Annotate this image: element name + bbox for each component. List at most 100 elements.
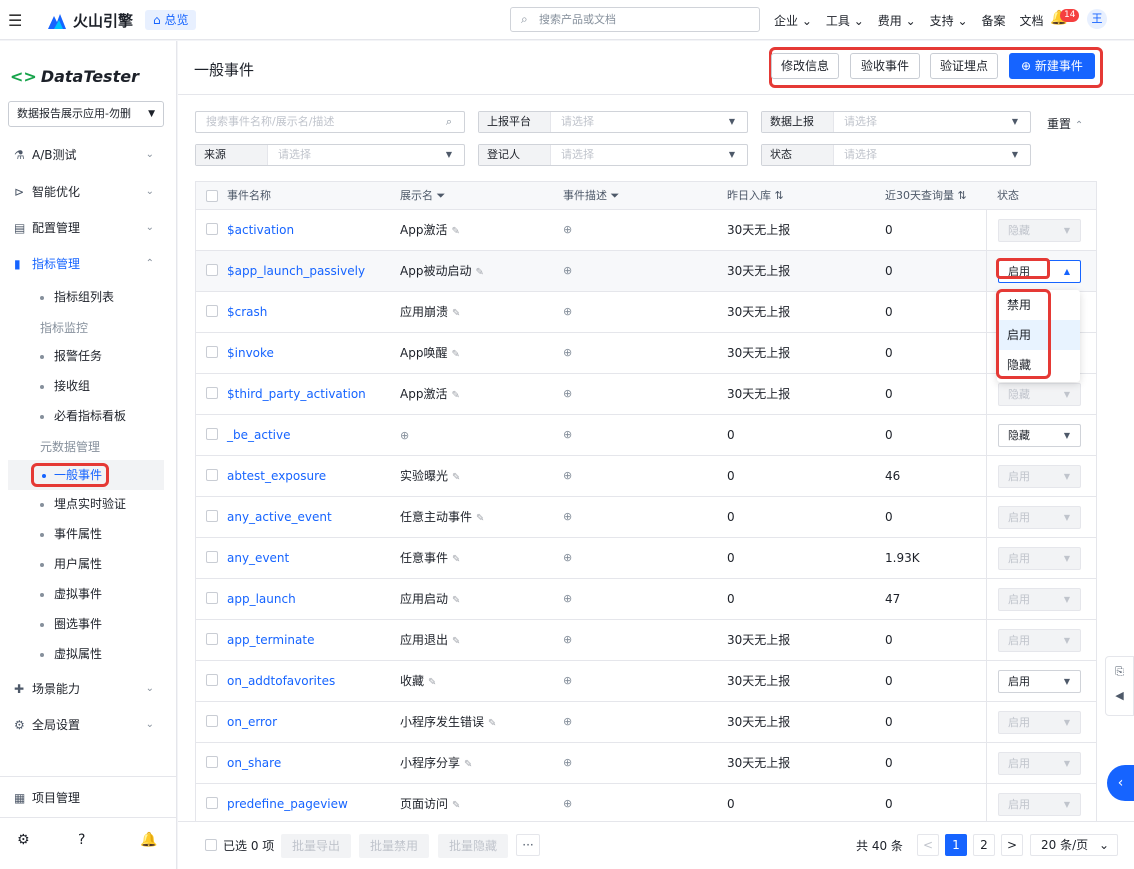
filter-icon[interactable]: ⏷ bbox=[437, 189, 446, 202]
next-page-button[interactable]: > bbox=[1001, 834, 1023, 856]
add-description-icon[interactable]: ⊕ bbox=[563, 538, 572, 578]
add-description-icon[interactable]: ⊕ bbox=[563, 661, 572, 701]
edit-pencil-icon[interactable]: ✎ bbox=[452, 554, 460, 565]
row-checkbox[interactable] bbox=[206, 305, 218, 317]
page-1-button[interactable]: 1 bbox=[945, 834, 967, 856]
edit-pencil-icon[interactable]: ✎ bbox=[452, 595, 460, 606]
filter-icon[interactable]: ⏷ bbox=[611, 189, 620, 202]
collapse-icon[interactable]: ⌃ bbox=[1075, 120, 1083, 131]
add-description-icon[interactable]: ⊕ bbox=[563, 784, 572, 824]
status-select[interactable]: 启用 ▼ bbox=[998, 711, 1081, 734]
add-description-icon[interactable]: ⊕ bbox=[563, 292, 572, 332]
sidebar-sub-dashboard[interactable]: 必看指标看板 bbox=[40, 406, 126, 426]
avatar[interactable]: 王 bbox=[1087, 9, 1107, 29]
side-tool-tab[interactable]: ⎘ ◀ bbox=[1105, 656, 1134, 716]
edit-pencil-icon[interactable]: ✎ bbox=[428, 677, 436, 688]
col-description[interactable]: 事件描述 ⏷ bbox=[563, 182, 619, 210]
edit-pencil-icon[interactable]: ✎ bbox=[452, 636, 460, 647]
add-description-icon[interactable]: ⊕ bbox=[563, 497, 572, 537]
add-description-icon[interactable]: ⊕ bbox=[563, 579, 572, 619]
sidebar-item-config[interactable]: ▤ 配置管理 ⌄ bbox=[14, 217, 162, 239]
settings-icon[interactable]: ⚙ bbox=[17, 832, 30, 848]
edit-pencil-icon[interactable]: ✎ bbox=[451, 349, 459, 360]
global-search-input[interactable]: ⌕ 搜索产品或文档 bbox=[510, 7, 760, 32]
overview-link[interactable]: ⌂ 总览 bbox=[145, 10, 197, 30]
doc-icon[interactable]: ⎘ bbox=[1106, 665, 1133, 679]
sidebar-current-item[interactable]: 一般事件 bbox=[8, 460, 164, 490]
sidebar-item-scenarios[interactable]: ✚ 场景能力 ⌄ bbox=[14, 678, 162, 700]
nav-enterprise[interactable]: 企业 ⌄ bbox=[774, 12, 812, 29]
add-description-icon[interactable]: ⊕ bbox=[563, 251, 572, 291]
add-description-icon[interactable]: ⊕ bbox=[563, 743, 572, 783]
row-checkbox[interactable] bbox=[206, 797, 218, 809]
col-yesterday[interactable]: 昨日入库 ⇅ bbox=[727, 182, 784, 210]
registrar-filter[interactable]: 登记人 请选择 ▼ bbox=[478, 144, 748, 166]
sidebar-sub-circle-events[interactable]: 圈选事件 bbox=[40, 614, 102, 634]
row-checkbox[interactable] bbox=[206, 715, 218, 727]
help-icon[interactable]: ? bbox=[78, 832, 85, 848]
add-description-icon[interactable]: ⊕ bbox=[563, 620, 572, 660]
edit-pencil-icon[interactable]: ✎ bbox=[464, 759, 472, 770]
sidebar-sub-metric-groups[interactable]: 指标组列表 bbox=[40, 287, 114, 307]
batch-hide-button[interactable]: 批量隐藏 bbox=[438, 834, 508, 858]
nav-tools[interactable]: 工具 ⌄ bbox=[826, 12, 864, 29]
sort-icon[interactable]: ⇅ bbox=[775, 189, 784, 202]
verify-tracking-button[interactable]: 验证埋点 bbox=[930, 53, 998, 79]
source-filter[interactable]: 来源 请选择 ▼ bbox=[195, 144, 465, 166]
event-name-link[interactable]: on_addtofavorites bbox=[227, 661, 335, 701]
event-name-link[interactable]: $third_party_activation bbox=[227, 374, 366, 414]
collapse-left-icon[interactable]: ◀ bbox=[1106, 689, 1133, 702]
platform-filter[interactable]: 上报平台 请选择 ▼ bbox=[478, 111, 748, 133]
sidebar-item-smart-optimize[interactable]: ⊳ 智能优化 ⌄ bbox=[14, 181, 162, 203]
row-checkbox[interactable] bbox=[206, 387, 218, 399]
event-search-input[interactable]: 搜索事件名称/展示名/描述 ⌕ bbox=[195, 111, 465, 133]
nav-billing[interactable]: 费用 ⌄ bbox=[878, 12, 916, 29]
more-actions-button[interactable]: ··· bbox=[516, 834, 540, 856]
status-select[interactable]: 隐藏 ▼ bbox=[998, 219, 1081, 242]
footer-select-checkbox[interactable] bbox=[205, 839, 217, 851]
event-name-link[interactable]: predefine_pageview bbox=[227, 784, 348, 824]
event-name-link[interactable]: $crash bbox=[227, 292, 267, 332]
add-description-icon[interactable]: ⊕ bbox=[563, 456, 572, 496]
edit-pencil-icon[interactable]: ✎ bbox=[475, 267, 483, 278]
add-description-icon[interactable]: ⊕ bbox=[563, 702, 572, 742]
event-name-link[interactable]: any_event bbox=[227, 538, 289, 578]
row-checkbox[interactable] bbox=[206, 469, 218, 481]
event-name-link[interactable]: $activation bbox=[227, 210, 294, 250]
page-2-button[interactable]: 2 bbox=[973, 834, 995, 856]
sidebar-sub-event-props[interactable]: 事件属性 bbox=[40, 524, 102, 544]
bell-icon[interactable]: 🔔 bbox=[140, 832, 157, 848]
edit-pencil-icon[interactable]: ✎ bbox=[488, 718, 496, 729]
status-select[interactable]: 启用 ▼ bbox=[998, 793, 1081, 816]
row-checkbox[interactable] bbox=[206, 264, 218, 276]
edit-pencil-icon[interactable]: ✎ bbox=[452, 472, 460, 483]
sidebar-sub-alerts[interactable]: 报警任务 bbox=[40, 346, 102, 366]
event-name-link[interactable]: any_active_event bbox=[227, 497, 332, 537]
add-description-icon[interactable]: ⊕ bbox=[563, 415, 572, 455]
new-event-button[interactable]: ⊕ 新建事件 bbox=[1009, 53, 1095, 79]
accept-event-button[interactable]: 验收事件 bbox=[850, 53, 920, 79]
row-checkbox[interactable] bbox=[206, 592, 218, 604]
sidebar-item-ab-test[interactable]: ⚗ A/B测试 ⌄ bbox=[14, 144, 162, 166]
sidebar-item-metrics[interactable]: ▮ 指标管理 ⌃ bbox=[14, 253, 162, 275]
brand-logo[interactable]: 火山引擎 bbox=[46, 10, 133, 31]
edit-pencil-icon[interactable]: ✎ bbox=[451, 390, 459, 401]
sidebar-sub-realtime-verify[interactable]: 埋点实时验证 bbox=[40, 494, 126, 514]
event-name-link[interactable]: $app_launch_passively bbox=[227, 251, 365, 291]
status-select[interactable]: 启用 ▼ bbox=[998, 465, 1081, 488]
edit-pencil-icon[interactable]: ✎ bbox=[476, 513, 484, 524]
prev-page-button[interactable]: < bbox=[917, 834, 939, 856]
add-description-icon[interactable]: ⊕ bbox=[563, 374, 572, 414]
event-name-link[interactable]: app_launch bbox=[227, 579, 296, 619]
status-select[interactable]: 启用 ▼ bbox=[998, 670, 1081, 693]
event-name-link[interactable]: on_error bbox=[227, 702, 277, 742]
add-description-icon[interactable]: ⊕ bbox=[563, 333, 572, 373]
row-checkbox[interactable] bbox=[206, 428, 218, 440]
event-name-link[interactable]: _be_active bbox=[227, 415, 290, 455]
app-selector[interactable]: 数据报告展示应用-勿删 ▼ bbox=[8, 101, 164, 127]
row-checkbox[interactable] bbox=[206, 756, 218, 768]
status-select[interactable]: 启用 ▼ bbox=[998, 506, 1081, 529]
page-size-select[interactable]: 20 条/页 ⌄ bbox=[1030, 834, 1118, 856]
status-select[interactable]: 隐藏 ▼ bbox=[998, 383, 1081, 406]
col-display-name[interactable]: 展示名 ⏷ bbox=[400, 182, 445, 210]
